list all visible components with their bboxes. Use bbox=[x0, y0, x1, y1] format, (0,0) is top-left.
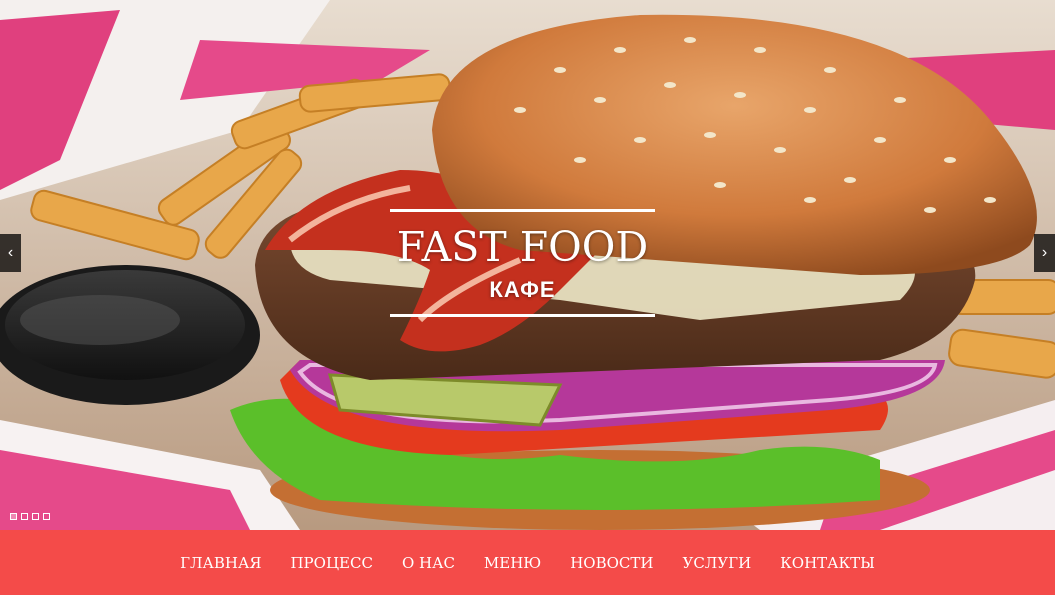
slider-dot-4[interactable] bbox=[43, 513, 50, 520]
slider-next-button[interactable]: › bbox=[1034, 234, 1055, 272]
nav-item-services[interactable]: УСЛУГИ bbox=[668, 554, 766, 572]
slider-dot-1[interactable] bbox=[10, 513, 17, 520]
title-bottom-rule bbox=[390, 314, 655, 317]
hero-subtitle: КАФЕ bbox=[489, 277, 556, 302]
slider-pagination bbox=[10, 513, 50, 520]
slider-dot-3[interactable] bbox=[32, 513, 39, 520]
chevron-right-icon: › bbox=[1041, 244, 1048, 261]
main-nav: ГЛАВНАЯ ПРОЦЕСС О НАС МЕНЮ НОВОСТИ УСЛУГ… bbox=[0, 530, 1055, 595]
nav-item-home[interactable]: ГЛАВНАЯ bbox=[166, 554, 276, 572]
nav-item-contacts[interactable]: КОНТАКТЫ bbox=[766, 554, 890, 572]
chevron-left-icon: ‹ bbox=[7, 244, 14, 261]
hero-slider: FAST FOOD КАФЕ ‹ › bbox=[0, 0, 1055, 530]
nav-item-menu[interactable]: МЕНЮ bbox=[469, 554, 555, 572]
nav-item-news[interactable]: НОВОСТИ bbox=[556, 554, 668, 572]
hero-title-block: FAST FOOD КАФЕ bbox=[390, 209, 655, 319]
main-navbar: ГЛАВНАЯ ПРОЦЕСС О НАС МЕНЮ НОВОСТИ УСЛУГ… bbox=[0, 530, 1055, 595]
slider-dot-2[interactable] bbox=[21, 513, 28, 520]
slider-prev-button[interactable]: ‹ bbox=[0, 234, 21, 272]
nav-item-process[interactable]: ПРОЦЕСС bbox=[276, 554, 387, 572]
title-top-rule bbox=[390, 209, 655, 212]
hero-title: FAST FOOD bbox=[396, 223, 649, 271]
nav-item-about[interactable]: О НАС bbox=[387, 554, 469, 572]
